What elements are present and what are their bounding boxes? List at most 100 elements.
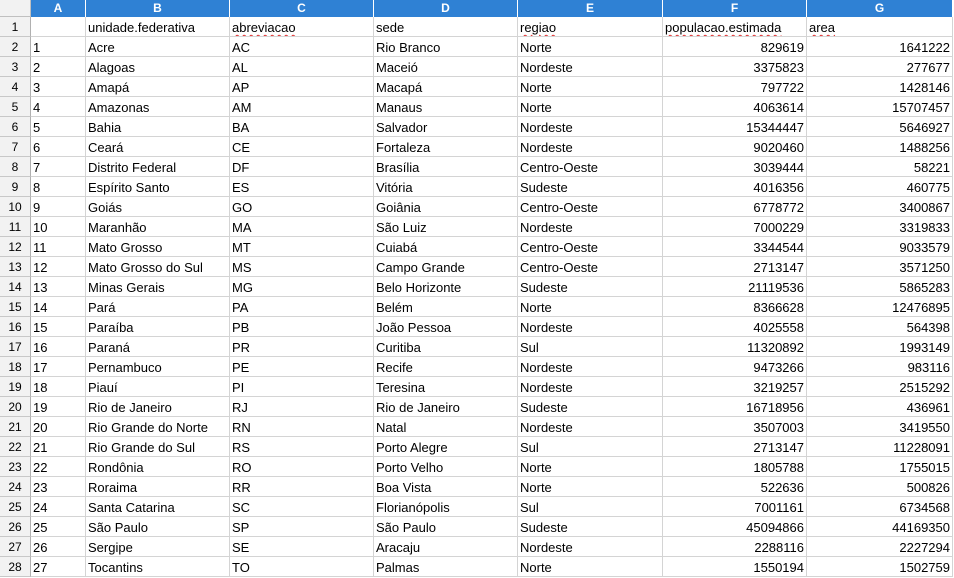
cell-b[interactable]: Espírito Santo: [86, 177, 230, 197]
spreadsheet-grid[interactable]: ABCDEFG 1 unidade.federativa abreviacao sed…: [0, 0, 954, 578]
row-header[interactable]: 19: [0, 377, 31, 397]
cell-f[interactable]: 522636: [663, 477, 807, 497]
column-header-g[interactable]: G: [807, 0, 953, 17]
cell-c[interactable]: RJ: [230, 397, 374, 417]
cell-d[interactable]: Porto Alegre: [374, 437, 518, 457]
cell-a[interactable]: 10: [31, 217, 86, 237]
cell-c[interactable]: DF: [230, 157, 374, 177]
cell-d[interactable]: Aracaju: [374, 537, 518, 557]
cell-b[interactable]: Rio Grande do Norte: [86, 417, 230, 437]
cell-b[interactable]: Maranhão: [86, 217, 230, 237]
cell-b[interactable]: Tocantins: [86, 557, 230, 577]
cell-f[interactable]: 3344544: [663, 237, 807, 257]
cell-f[interactable]: 9020460: [663, 137, 807, 157]
header-cell-e[interactable]: regiao: [518, 17, 663, 37]
cell-f[interactable]: 797722: [663, 77, 807, 97]
cell-d[interactable]: Brasília: [374, 157, 518, 177]
header-cell-a[interactable]: [31, 17, 86, 37]
row-header[interactable]: 5: [0, 97, 31, 117]
cell-d[interactable]: Palmas: [374, 557, 518, 577]
cell-f[interactable]: 1805788: [663, 457, 807, 477]
cell-g[interactable]: 1428146: [807, 77, 953, 97]
cell-f[interactable]: 2713147: [663, 437, 807, 457]
row-header[interactable]: 11: [0, 217, 31, 237]
cell-e[interactable]: Nordeste: [518, 57, 663, 77]
cell-a[interactable]: 24: [31, 497, 86, 517]
row-header[interactable]: 9: [0, 177, 31, 197]
cell-b[interactable]: Paraná: [86, 337, 230, 357]
cell-c[interactable]: CE: [230, 137, 374, 157]
cell-d[interactable]: Belo Horizonte: [374, 277, 518, 297]
cell-g[interactable]: 3419550: [807, 417, 953, 437]
cell-c[interactable]: SE: [230, 537, 374, 557]
cell-g[interactable]: 277677: [807, 57, 953, 77]
cell-c[interactable]: SP: [230, 517, 374, 537]
cell-g[interactable]: 460775: [807, 177, 953, 197]
cell-a[interactable]: 6: [31, 137, 86, 157]
cell-c[interactable]: PA: [230, 297, 374, 317]
cell-e[interactable]: Norte: [518, 77, 663, 97]
cell-b[interactable]: São Paulo: [86, 517, 230, 537]
cell-a[interactable]: 14: [31, 297, 86, 317]
cell-a[interactable]: 22: [31, 457, 86, 477]
row-header[interactable]: 3: [0, 57, 31, 77]
row-header[interactable]: 22: [0, 437, 31, 457]
cell-a[interactable]: 25: [31, 517, 86, 537]
cell-b[interactable]: Alagoas: [86, 57, 230, 77]
cell-g[interactable]: 9033579: [807, 237, 953, 257]
cell-c[interactable]: AM: [230, 97, 374, 117]
cell-a[interactable]: 17: [31, 357, 86, 377]
row-header[interactable]: 1: [0, 17, 31, 37]
cell-d[interactable]: Rio de Janeiro: [374, 397, 518, 417]
cell-a[interactable]: 20: [31, 417, 86, 437]
cell-e[interactable]: Nordeste: [518, 377, 663, 397]
cell-e[interactable]: Norte: [518, 97, 663, 117]
cell-a[interactable]: 2: [31, 57, 86, 77]
cell-e[interactable]: Sudeste: [518, 177, 663, 197]
cell-b[interactable]: Santa Catarina: [86, 497, 230, 517]
cell-g[interactable]: 44169350: [807, 517, 953, 537]
cell-a[interactable]: 18: [31, 377, 86, 397]
row-header[interactable]: 12: [0, 237, 31, 257]
cell-f[interactable]: 3507003: [663, 417, 807, 437]
row-header[interactable]: 26: [0, 517, 31, 537]
cell-e[interactable]: Nordeste: [518, 537, 663, 557]
header-cell-b[interactable]: unidade.federativa: [86, 17, 230, 37]
cell-d[interactable]: Boa Vista: [374, 477, 518, 497]
cell-b[interactable]: Pará: [86, 297, 230, 317]
cell-g[interactable]: 500826: [807, 477, 953, 497]
row-header[interactable]: 28: [0, 557, 31, 577]
cell-c[interactable]: PB: [230, 317, 374, 337]
cell-g[interactable]: 58221: [807, 157, 953, 177]
cell-e[interactable]: Sul: [518, 437, 663, 457]
cell-d[interactable]: Macapá: [374, 77, 518, 97]
column-header-d[interactable]: D: [374, 0, 518, 17]
cell-e[interactable]: Nordeste: [518, 217, 663, 237]
cell-f[interactable]: 3039444: [663, 157, 807, 177]
cell-g[interactable]: 436961: [807, 397, 953, 417]
row-header[interactable]: 13: [0, 257, 31, 277]
cell-d[interactable]: Vitória: [374, 177, 518, 197]
cell-b[interactable]: Bahia: [86, 117, 230, 137]
cell-b[interactable]: Minas Gerais: [86, 277, 230, 297]
cell-d[interactable]: Recife: [374, 357, 518, 377]
cell-a[interactable]: 26: [31, 537, 86, 557]
cell-g[interactable]: 2227294: [807, 537, 953, 557]
cell-c[interactable]: RN: [230, 417, 374, 437]
cell-c[interactable]: ES: [230, 177, 374, 197]
cell-e[interactable]: Centro-Oeste: [518, 157, 663, 177]
cell-b[interactable]: Roraima: [86, 477, 230, 497]
cell-d[interactable]: João Pessoa: [374, 317, 518, 337]
cell-c[interactable]: PR: [230, 337, 374, 357]
cell-d[interactable]: Salvador: [374, 117, 518, 137]
cell-f[interactable]: 8366628: [663, 297, 807, 317]
header-cell-g[interactable]: area: [807, 17, 953, 37]
cell-d[interactable]: Campo Grande: [374, 257, 518, 277]
cell-a[interactable]: 8: [31, 177, 86, 197]
cell-g[interactable]: 6734568: [807, 497, 953, 517]
cell-g[interactable]: 5646927: [807, 117, 953, 137]
cell-d[interactable]: Curitiba: [374, 337, 518, 357]
cell-c[interactable]: PE: [230, 357, 374, 377]
cell-b[interactable]: Pernambuco: [86, 357, 230, 377]
cell-d[interactable]: São Paulo: [374, 517, 518, 537]
